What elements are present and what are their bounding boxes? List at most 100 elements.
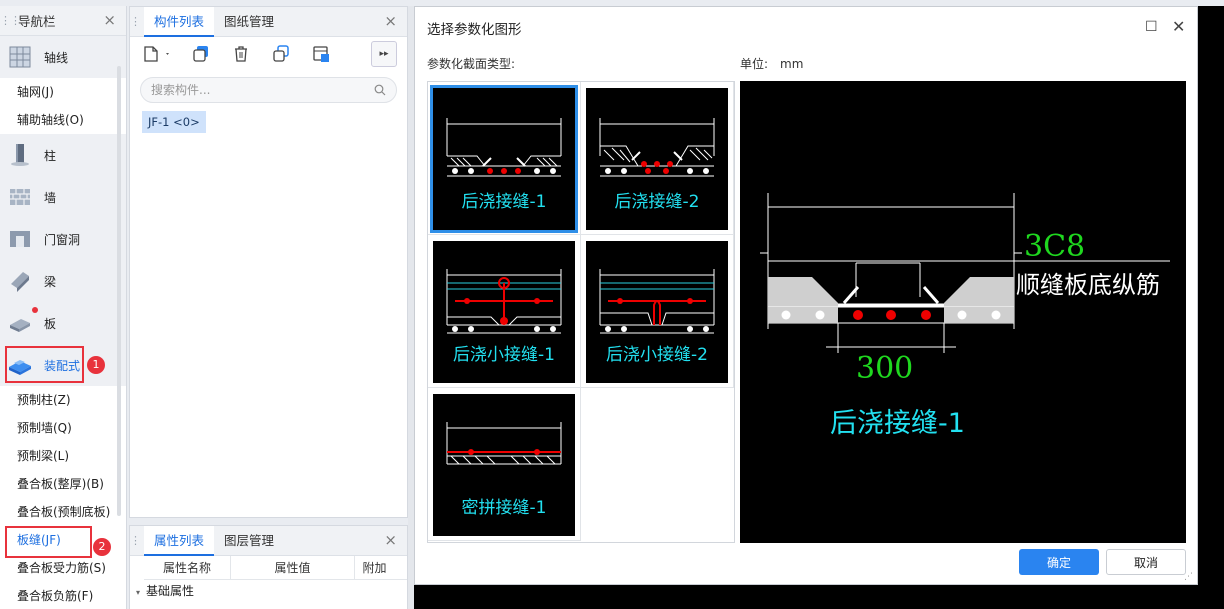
door-window-icon xyxy=(8,227,32,251)
floor-component-icon[interactable] xyxy=(308,42,334,66)
section-type-label: 参数化截面类型: xyxy=(427,57,516,71)
resize-grip-icon[interactable]: ⋰ xyxy=(1184,572,1193,582)
canvas-background-bottom xyxy=(414,585,1224,609)
nav-item-composite-slab-full[interactable]: 叠合板(整厚)(B) xyxy=(0,470,126,498)
shape-name: 后浇小接缝-2 xyxy=(606,345,708,365)
nav-panel-header: ⋮⋮ 导航栏 × xyxy=(0,6,126,36)
nav-item-prefab-wall[interactable]: 预制墙(Q) xyxy=(0,414,126,442)
nav-group-wall[interactable]: 墙 xyxy=(0,176,126,218)
component-search[interactable] xyxy=(140,77,397,103)
shape-thumbnail[interactable]: 密拼接缝-1 xyxy=(433,394,575,536)
step-badge-2: 2 xyxy=(93,538,111,556)
close-icon[interactable]: × xyxy=(384,533,397,548)
component-panel: ⋮⋮ 构件列表 图纸管理 × ▸▸ 搜索构件... JF-1 <0> ⋮⋮ 属性… xyxy=(129,6,408,609)
more-tools-button[interactable]: ▸▸ xyxy=(371,41,397,67)
tab-drawing-management[interactable]: 图纸管理 xyxy=(214,7,284,37)
unit-caption: 单位: xyxy=(740,57,769,71)
unit-value: mm xyxy=(780,57,804,71)
column-icon xyxy=(8,143,32,167)
nav-item-composite-slab-neg-rebar[interactable]: 叠合板负筋(F) xyxy=(0,582,126,609)
shape-option[interactable]: 后浇小接缝-1 xyxy=(428,235,581,388)
shape-option[interactable]: 后浇接缝-1 xyxy=(428,82,581,235)
nav-group-label: 墙 xyxy=(44,190,57,205)
nav-item-composite-slab-rebar[interactable]: 叠合板受力筋(S) xyxy=(0,554,126,582)
nav-group-label: 板 xyxy=(44,316,57,331)
nav-item-grid[interactable]: 轴网(J) xyxy=(0,78,126,106)
property-group-basic[interactable]: ▾ 基础属性 xyxy=(136,580,407,602)
new-component-icon[interactable] xyxy=(140,42,174,66)
copy-to-floor-icon[interactable] xyxy=(268,42,294,66)
search-icon[interactable] xyxy=(374,84,386,96)
rebar-description-label: 顺缝板底纵筋 xyxy=(1016,271,1160,299)
shape-name: 后浇接缝-2 xyxy=(614,192,700,212)
shape-thumbnail[interactable]: 后浇接缝-1 xyxy=(430,85,578,233)
slab-icon xyxy=(8,307,38,335)
nav-item-composite-slab-precast[interactable]: 叠合板(预制底板) xyxy=(0,498,126,526)
rebar-spec-label: 3C8 xyxy=(1024,229,1086,264)
shape-thumbnail[interactable]: 后浇小接缝-1 xyxy=(433,241,575,383)
nav-item-prefab-column[interactable]: 预制柱(Z) xyxy=(0,386,126,414)
nav-group-label: 轴线 xyxy=(44,50,69,65)
highlight-box-prefab xyxy=(5,346,84,383)
drag-handle-icon[interactable]: ⋮⋮ xyxy=(130,15,151,28)
nav-group-label: 门窗洞 xyxy=(44,232,81,247)
shape-option[interactable]: 密拼接缝-1 xyxy=(428,388,581,541)
nav-group-opening[interactable]: 门窗洞 xyxy=(0,218,126,260)
canvas-background xyxy=(1198,6,1224,609)
column-header-name: 属性名称 xyxy=(162,561,211,575)
column-header-value: 属性值 xyxy=(230,556,354,579)
dialog-title: 选择参数化图形 xyxy=(427,22,522,38)
property-tabs: ⋮⋮ 属性列表 图层管理 × xyxy=(130,525,407,556)
preview-drawing xyxy=(760,193,1170,353)
highlight-box-slab-joint xyxy=(5,526,92,558)
joint-width-label: 300 xyxy=(856,351,914,386)
drag-handle-icon[interactable]: ⋮⋮ xyxy=(0,14,21,27)
nav-group-axis[interactable]: 轴线 xyxy=(0,36,126,78)
property-group-label: 基础属性 xyxy=(146,584,195,598)
shape-name: 后浇接缝-1 xyxy=(461,192,547,212)
tab-layer-management[interactable]: 图层管理 xyxy=(214,526,284,556)
nav-panel-title: 导航栏 xyxy=(18,14,56,29)
wall-icon xyxy=(8,185,32,209)
cancel-button[interactable]: 取消 xyxy=(1106,549,1186,575)
property-panel: ⋮⋮ 属性列表 图层管理 × 属性名称 属性值 附加 ▾ 基础属性 xyxy=(129,525,408,609)
nav-group-label: 柱 xyxy=(44,148,57,163)
shape-thumbnail[interactable]: 后浇小接缝-2 xyxy=(586,241,728,383)
close-icon[interactable]: × xyxy=(384,14,397,29)
column-header-extra: 附加 xyxy=(354,556,394,579)
preview-shape-name: 后浇接缝-1 xyxy=(830,408,965,439)
search-input[interactable] xyxy=(151,83,374,97)
notification-dot xyxy=(32,307,38,313)
shape-thumbnail[interactable]: 后浇接缝-2 xyxy=(586,88,728,230)
nav-item-prefab-beam[interactable]: 预制梁(L) xyxy=(0,442,126,470)
maximize-icon[interactable]: ☐ xyxy=(1145,19,1158,35)
nav-scrollbar[interactable] xyxy=(117,66,121,516)
copy-component-icon[interactable] xyxy=(188,42,214,66)
shape-option[interactable]: 后浇接缝-2 xyxy=(581,82,734,235)
grid-icon xyxy=(8,45,32,69)
shape-name: 密拼接缝-1 xyxy=(461,498,547,518)
collapse-icon[interactable]: ▾ xyxy=(136,588,140,597)
confirm-button[interactable]: 确定 xyxy=(1019,549,1099,575)
unit-label: 单位: mm xyxy=(740,55,803,72)
nav-group-column[interactable]: 柱 xyxy=(0,134,126,176)
tab-component-list[interactable]: 构件列表 xyxy=(144,6,215,37)
nav-group-beam[interactable]: 梁 xyxy=(0,260,126,302)
shape-name: 后浇小接缝-1 xyxy=(453,345,555,365)
delete-icon[interactable] xyxy=(228,42,254,66)
component-toolbar: ▸▸ xyxy=(130,37,407,71)
step-badge-1: 1 xyxy=(87,356,105,374)
close-icon[interactable]: × xyxy=(103,13,116,28)
component-list-item[interactable]: JF-1 <0> xyxy=(142,111,206,133)
property-table-header: 属性名称 属性值 附加 xyxy=(144,556,407,580)
dialog-title-bar: 选择参数化图形 ☐ ✕ xyxy=(415,7,1197,49)
close-icon[interactable]: ✕ xyxy=(1172,17,1185,36)
component-tabs: ⋮⋮ 构件列表 图纸管理 × xyxy=(130,6,407,37)
shape-option[interactable]: 后浇小接缝-2 xyxy=(581,235,734,388)
nav-item-aux-axis[interactable]: 辅助轴线(O) xyxy=(0,106,126,134)
nav-group-label: 梁 xyxy=(44,274,57,289)
shape-gallery: 后浇接缝-1 后浇接缝-2 后浇小接缝-1 后浇小接缝-2 密拼接缝-1 xyxy=(427,81,735,543)
tab-property-list[interactable]: 属性列表 xyxy=(144,525,215,556)
drag-handle-icon[interactable]: ⋮⋮ xyxy=(130,534,151,547)
nav-group-slab[interactable]: 板 xyxy=(0,302,126,344)
